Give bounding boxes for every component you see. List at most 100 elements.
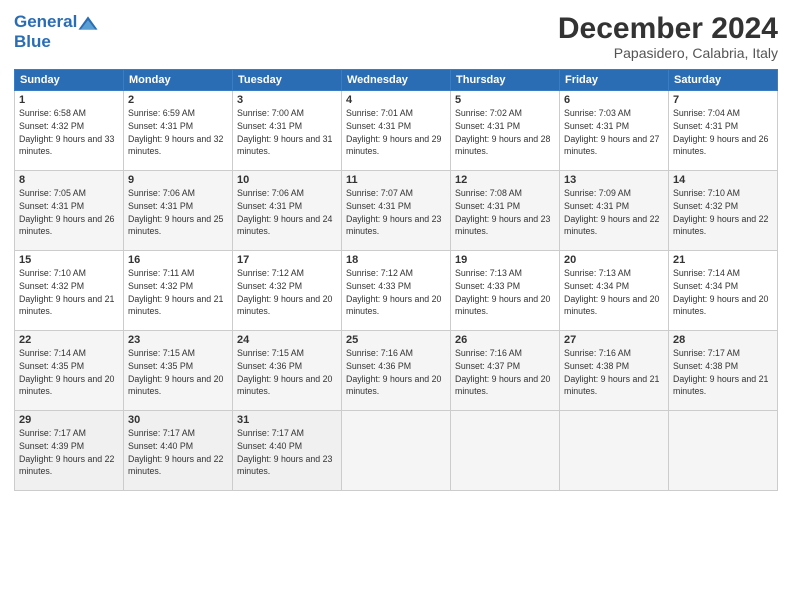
day-info: Sunrise: 7:00 AMSunset: 4:31 PMDaylight:…	[237, 107, 337, 158]
day-info: Sunrise: 6:59 AMSunset: 4:31 PMDaylight:…	[128, 107, 228, 158]
week-row-4: 22Sunrise: 7:14 AMSunset: 4:35 PMDayligh…	[15, 331, 778, 411]
day-info: Sunrise: 7:14 AMSunset: 4:35 PMDaylight:…	[19, 347, 119, 398]
day-info: Sunrise: 7:10 AMSunset: 4:32 PMDaylight:…	[19, 267, 119, 318]
day-number: 2	[128, 94, 228, 106]
day-number: 9	[128, 174, 228, 186]
calendar-cell: 4Sunrise: 7:01 AMSunset: 4:31 PMDaylight…	[342, 91, 451, 171]
day-info: Sunrise: 7:07 AMSunset: 4:31 PMDaylight:…	[346, 187, 446, 238]
calendar-cell: 6Sunrise: 7:03 AMSunset: 4:31 PMDaylight…	[560, 91, 669, 171]
day-info: Sunrise: 7:13 AMSunset: 4:34 PMDaylight:…	[564, 267, 664, 318]
calendar-cell	[669, 411, 778, 491]
week-row-3: 15Sunrise: 7:10 AMSunset: 4:32 PMDayligh…	[15, 251, 778, 331]
month-title: December 2024	[558, 12, 778, 45]
weekday-header-thursday: Thursday	[451, 70, 560, 91]
day-info: Sunrise: 7:17 AMSunset: 4:40 PMDaylight:…	[128, 427, 228, 478]
day-number: 16	[128, 254, 228, 266]
day-info: Sunrise: 7:06 AMSunset: 4:31 PMDaylight:…	[128, 187, 228, 238]
day-number: 12	[455, 174, 555, 186]
day-info: Sunrise: 7:01 AMSunset: 4:31 PMDaylight:…	[346, 107, 446, 158]
day-number: 19	[455, 254, 555, 266]
calendar-cell: 11Sunrise: 7:07 AMSunset: 4:31 PMDayligh…	[342, 171, 451, 251]
calendar-cell: 13Sunrise: 7:09 AMSunset: 4:31 PMDayligh…	[560, 171, 669, 251]
day-info: Sunrise: 7:10 AMSunset: 4:32 PMDaylight:…	[673, 187, 773, 238]
calendar-cell: 18Sunrise: 7:12 AMSunset: 4:33 PMDayligh…	[342, 251, 451, 331]
calendar-cell: 28Sunrise: 7:17 AMSunset: 4:38 PMDayligh…	[669, 331, 778, 411]
weekday-header-tuesday: Tuesday	[233, 70, 342, 91]
day-number: 13	[564, 174, 664, 186]
day-number: 31	[237, 414, 337, 426]
calendar-cell: 31Sunrise: 7:17 AMSunset: 4:40 PMDayligh…	[233, 411, 342, 491]
day-info: Sunrise: 7:12 AMSunset: 4:33 PMDaylight:…	[346, 267, 446, 318]
calendar-cell: 5Sunrise: 7:02 AMSunset: 4:31 PMDaylight…	[451, 91, 560, 171]
day-info: Sunrise: 7:17 AMSunset: 4:38 PMDaylight:…	[673, 347, 773, 398]
calendar-cell: 8Sunrise: 7:05 AMSunset: 4:31 PMDaylight…	[15, 171, 124, 251]
calendar-cell: 10Sunrise: 7:06 AMSunset: 4:31 PMDayligh…	[233, 171, 342, 251]
title-block: December 2024 Papasidero, Calabria, Ital…	[558, 12, 778, 61]
week-row-5: 29Sunrise: 7:17 AMSunset: 4:39 PMDayligh…	[15, 411, 778, 491]
day-info: Sunrise: 7:06 AMSunset: 4:31 PMDaylight:…	[237, 187, 337, 238]
day-number: 28	[673, 334, 773, 346]
day-info: Sunrise: 7:05 AMSunset: 4:31 PMDaylight:…	[19, 187, 119, 238]
day-number: 30	[128, 414, 228, 426]
day-info: Sunrise: 7:16 AMSunset: 4:38 PMDaylight:…	[564, 347, 664, 398]
day-info: Sunrise: 7:16 AMSunset: 4:37 PMDaylight:…	[455, 347, 555, 398]
day-number: 21	[673, 254, 773, 266]
day-number: 10	[237, 174, 337, 186]
calendar-cell: 19Sunrise: 7:13 AMSunset: 4:33 PMDayligh…	[451, 251, 560, 331]
calendar-cell: 26Sunrise: 7:16 AMSunset: 4:37 PMDayligh…	[451, 331, 560, 411]
calendar-cell: 14Sunrise: 7:10 AMSunset: 4:32 PMDayligh…	[669, 171, 778, 251]
day-number: 25	[346, 334, 446, 346]
logo: General Blue	[14, 12, 99, 51]
weekday-header-sunday: Sunday	[15, 70, 124, 91]
calendar-cell: 15Sunrise: 7:10 AMSunset: 4:32 PMDayligh…	[15, 251, 124, 331]
day-number: 14	[673, 174, 773, 186]
logo-text-blue: Blue	[14, 32, 99, 52]
day-info: Sunrise: 7:17 AMSunset: 4:39 PMDaylight:…	[19, 427, 119, 478]
day-number: 7	[673, 94, 773, 106]
day-number: 22	[19, 334, 119, 346]
day-number: 6	[564, 94, 664, 106]
calendar-cell: 22Sunrise: 7:14 AMSunset: 4:35 PMDayligh…	[15, 331, 124, 411]
day-number: 29	[19, 414, 119, 426]
day-info: Sunrise: 7:17 AMSunset: 4:40 PMDaylight:…	[237, 427, 337, 478]
day-number: 3	[237, 94, 337, 106]
calendar-cell: 7Sunrise: 7:04 AMSunset: 4:31 PMDaylight…	[669, 91, 778, 171]
weekday-header-monday: Monday	[124, 70, 233, 91]
calendar-cell: 29Sunrise: 7:17 AMSunset: 4:39 PMDayligh…	[15, 411, 124, 491]
day-number: 17	[237, 254, 337, 266]
calendar-cell: 12Sunrise: 7:08 AMSunset: 4:31 PMDayligh…	[451, 171, 560, 251]
calendar-cell: 3Sunrise: 7:00 AMSunset: 4:31 PMDaylight…	[233, 91, 342, 171]
calendar-cell: 24Sunrise: 7:15 AMSunset: 4:36 PMDayligh…	[233, 331, 342, 411]
day-info: Sunrise: 7:08 AMSunset: 4:31 PMDaylight:…	[455, 187, 555, 238]
weekday-header-row: SundayMondayTuesdayWednesdayThursdayFrid…	[15, 70, 778, 91]
day-number: 8	[19, 174, 119, 186]
day-number: 20	[564, 254, 664, 266]
day-info: Sunrise: 7:11 AMSunset: 4:32 PMDaylight:…	[128, 267, 228, 318]
day-info: Sunrise: 6:58 AMSunset: 4:32 PMDaylight:…	[19, 107, 119, 158]
calendar-cell	[560, 411, 669, 491]
day-number: 23	[128, 334, 228, 346]
day-number: 4	[346, 94, 446, 106]
calendar-cell: 20Sunrise: 7:13 AMSunset: 4:34 PMDayligh…	[560, 251, 669, 331]
day-number: 11	[346, 174, 446, 186]
day-info: Sunrise: 7:09 AMSunset: 4:31 PMDaylight:…	[564, 187, 664, 238]
calendar-cell	[342, 411, 451, 491]
calendar-cell: 30Sunrise: 7:17 AMSunset: 4:40 PMDayligh…	[124, 411, 233, 491]
day-number: 27	[564, 334, 664, 346]
day-number: 18	[346, 254, 446, 266]
day-info: Sunrise: 7:15 AMSunset: 4:36 PMDaylight:…	[237, 347, 337, 398]
calendar-cell	[451, 411, 560, 491]
week-row-2: 8Sunrise: 7:05 AMSunset: 4:31 PMDaylight…	[15, 171, 778, 251]
day-info: Sunrise: 7:15 AMSunset: 4:35 PMDaylight:…	[128, 347, 228, 398]
day-info: Sunrise: 7:02 AMSunset: 4:31 PMDaylight:…	[455, 107, 555, 158]
day-number: 26	[455, 334, 555, 346]
weekday-header-friday: Friday	[560, 70, 669, 91]
calendar-cell: 9Sunrise: 7:06 AMSunset: 4:31 PMDaylight…	[124, 171, 233, 251]
week-row-1: 1Sunrise: 6:58 AMSunset: 4:32 PMDaylight…	[15, 91, 778, 171]
weekday-header-saturday: Saturday	[669, 70, 778, 91]
logo-text-general: General	[14, 12, 77, 31]
day-info: Sunrise: 7:04 AMSunset: 4:31 PMDaylight:…	[673, 107, 773, 158]
day-info: Sunrise: 7:14 AMSunset: 4:34 PMDaylight:…	[673, 267, 773, 318]
calendar-cell: 27Sunrise: 7:16 AMSunset: 4:38 PMDayligh…	[560, 331, 669, 411]
weekday-header-wednesday: Wednesday	[342, 70, 451, 91]
